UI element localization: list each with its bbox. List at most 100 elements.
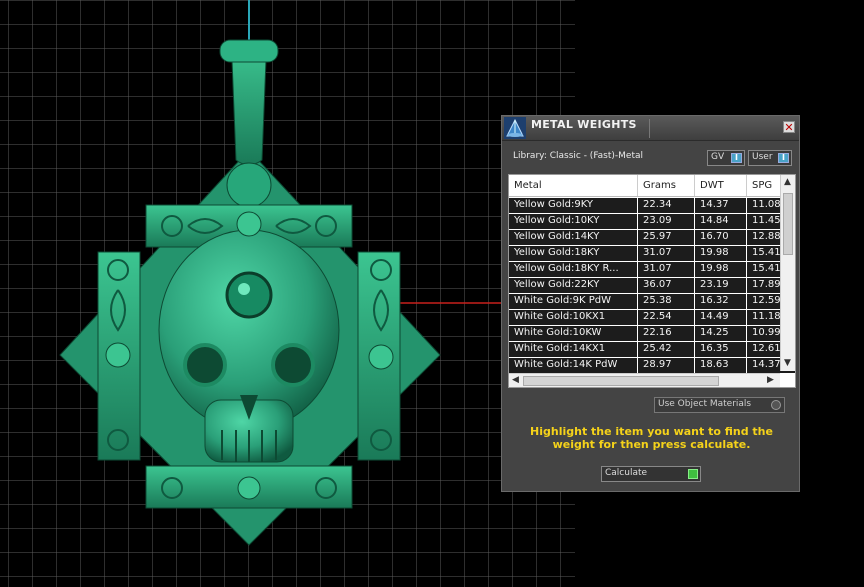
cell-dwt: 16.32 <box>700 295 729 306</box>
cell-metal: White Gold:10KX1 <box>514 311 606 322</box>
cell-divider <box>637 310 638 326</box>
cell-divider <box>746 342 747 358</box>
left-small-skull <box>105 342 131 368</box>
gv-toggle[interactable]: GV I <box>707 150 745 166</box>
skull-gem-highlight <box>238 283 250 295</box>
cell-spg: 14.37 <box>752 359 781 370</box>
table-row[interactable]: Yellow Gold:10KY 23.09 14.84 11.45 <box>509 214 795 230</box>
cell-divider <box>694 278 695 294</box>
table-row[interactable]: Yellow Gold:9KY 22.34 14.37 11.08 <box>509 198 795 214</box>
cell-metal: White Gold:9K PdW <box>514 295 611 306</box>
cell-grams: 28.97 <box>643 359 672 370</box>
metal-weights-scale-icon <box>504 117 526 139</box>
column-divider[interactable] <box>694 175 695 196</box>
panel-title: METAL WEIGHTS <box>531 118 637 131</box>
cell-divider <box>746 278 747 294</box>
skull-right-eye <box>271 343 315 387</box>
vertical-scroll-thumb[interactable] <box>783 193 793 255</box>
cell-divider <box>746 358 747 374</box>
table-row[interactable]: White Gold:9K PdW 25.38 16.32 12.59 <box>509 294 795 310</box>
library-label: Library: Classic - (Fast)-Metal <box>513 151 644 161</box>
chevron-left-icon[interactable]: ◀ <box>512 375 519 385</box>
cell-divider <box>637 358 638 374</box>
cell-divider <box>637 262 638 278</box>
gv-toggle-label: GV <box>711 152 725 162</box>
cell-divider <box>694 294 695 310</box>
cell-divider <box>637 278 638 294</box>
user-toggle[interactable]: User I <box>748 150 792 166</box>
horizontal-scroll-thumb[interactable] <box>523 376 719 386</box>
cell-spg: 10.99 <box>752 327 781 338</box>
bail-cap <box>219 39 279 63</box>
table-row[interactable]: Yellow Gold:18KY 31.07 19.98 15.41 <box>509 246 795 262</box>
user-toggle-indicator: I <box>778 153 789 163</box>
column-divider[interactable] <box>746 175 747 196</box>
cell-grams: 25.42 <box>643 343 672 354</box>
cell-spg: 11.08 <box>752 199 781 210</box>
cell-dwt: 14.25 <box>700 327 729 338</box>
horizontal-scrollbar[interactable]: ◀ ▶ <box>509 373 780 387</box>
use-object-materials-label: Use Object Materials <box>658 399 752 409</box>
metal-weights-panel: METAL WEIGHTS ✕ Library: Classic - (Fast… <box>501 115 800 492</box>
table-row[interactable]: Yellow Gold:22KY 36.07 23.19 17.89 <box>509 278 795 294</box>
title-divider <box>649 119 650 138</box>
cell-divider <box>746 198 747 214</box>
column-header-metal[interactable]: Metal <box>514 180 542 191</box>
vertical-scrollbar[interactable]: ▲ ▼ <box>780 175 795 371</box>
column-header-dwt[interactable]: DWT <box>700 180 724 191</box>
column-header-grams[interactable]: Grams <box>643 180 676 191</box>
cell-metal: Yellow Gold:18KY R... <box>514 263 619 274</box>
cell-divider <box>746 246 747 262</box>
chevron-right-icon[interactable]: ▶ <box>767 375 774 385</box>
calculate-label: Calculate <box>605 468 648 478</box>
cell-divider <box>637 326 638 342</box>
cell-metal: Yellow Gold:10KY <box>514 215 600 226</box>
cell-grams: 22.34 <box>643 199 672 210</box>
cell-divider <box>746 214 747 230</box>
top-small-skull <box>236 211 262 237</box>
cell-divider <box>694 246 695 262</box>
cell-divider <box>637 230 638 246</box>
column-divider[interactable] <box>637 175 638 196</box>
cell-grams: 22.54 <box>643 311 672 322</box>
table-row[interactable]: White Gold:14K PdW 28.97 18.63 14.37 <box>509 358 795 374</box>
cell-spg: 12.61 <box>752 343 781 354</box>
cell-grams: 25.97 <box>643 231 672 242</box>
cell-spg: 15.41 <box>752 247 781 258</box>
cell-divider <box>746 310 747 326</box>
use-object-materials-toggle[interactable]: Use Object Materials <box>654 397 785 413</box>
cell-divider <box>694 342 695 358</box>
cell-spg: 15.41 <box>752 263 781 274</box>
cell-divider <box>694 230 695 246</box>
cell-dwt: 14.37 <box>700 199 729 210</box>
cell-divider <box>694 358 695 374</box>
panel-titlebar[interactable]: METAL WEIGHTS ✕ <box>502 116 799 141</box>
cell-divider <box>746 230 747 246</box>
cell-divider <box>637 214 638 230</box>
cell-divider <box>637 342 638 358</box>
cell-grams: 36.07 <box>643 279 672 290</box>
metal-table[interactable]: Metal Grams DWT SPG Yellow Gold:9KY 22.34… <box>508 174 796 388</box>
chevron-up-icon[interactable]: ▲ <box>784 177 791 187</box>
table-row[interactable]: Yellow Gold:14KY 25.97 16.70 12.88 <box>509 230 795 246</box>
right-small-skull <box>368 344 394 370</box>
cell-divider <box>694 326 695 342</box>
table-row[interactable]: Yellow Gold:18KY R... 31.07 19.98 15.41 <box>509 262 795 278</box>
instruction-text: Highlight the item you want to find the … <box>530 425 773 451</box>
table-row[interactable]: White Gold:14KX1 25.42 16.35 12.61 <box>509 342 795 358</box>
cell-metal: Yellow Gold:18KY <box>514 247 600 258</box>
table-rows: Yellow Gold:9KY 22.34 14.37 11.08 Yellow Gol… <box>509 198 795 374</box>
cell-dwt: 23.19 <box>700 279 729 290</box>
cell-dwt: 16.35 <box>700 343 729 354</box>
chevron-down-icon[interactable]: ▼ <box>784 358 791 368</box>
calculate-button[interactable]: Calculate <box>601 466 701 482</box>
cell-divider <box>746 262 747 278</box>
play-icon <box>688 469 698 479</box>
table-header: Metal Grams DWT SPG <box>509 175 795 197</box>
column-header-spg[interactable]: SPG <box>752 180 772 191</box>
cell-divider <box>637 246 638 262</box>
close-icon[interactable]: ✕ <box>783 121 795 133</box>
cell-metal: Yellow Gold:22KY <box>514 279 600 290</box>
table-row[interactable]: White Gold:10KW 22.16 14.25 10.99 <box>509 326 795 342</box>
table-row[interactable]: White Gold:10KX1 22.54 14.49 11.18 <box>509 310 795 326</box>
